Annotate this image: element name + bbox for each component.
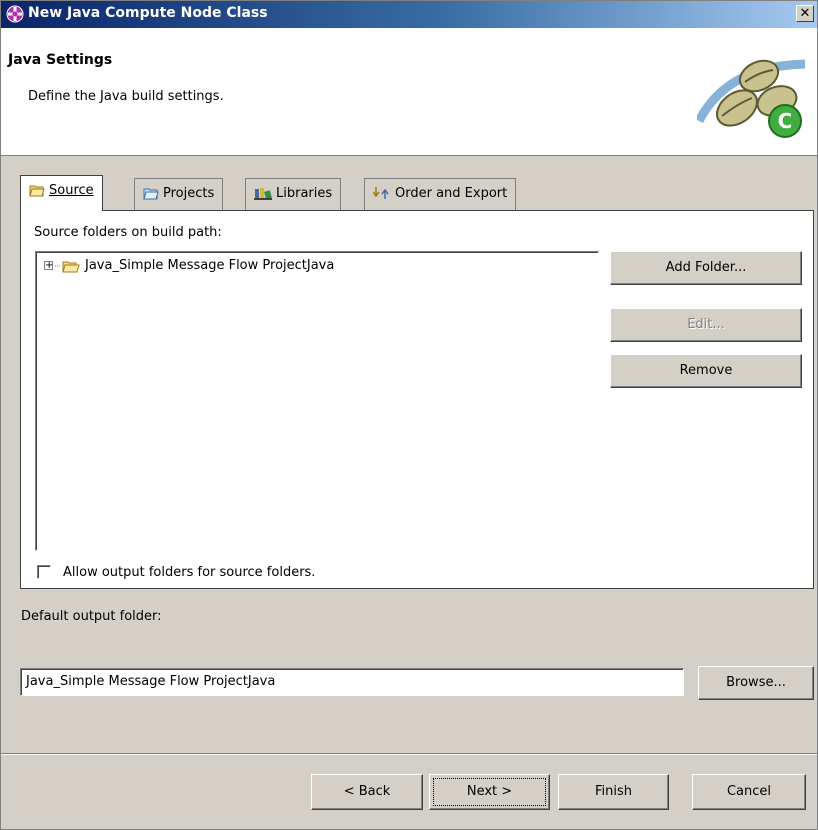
page-description: Define the Java build settings.	[28, 89, 224, 104]
footer-separator	[1, 753, 817, 755]
source-folder-icon	[29, 185, 45, 197]
tab-projects-label: Projects	[163, 186, 215, 201]
tab-source-label: Source	[49, 183, 94, 198]
default-output-folder-value: Java_Simple Message Flow ProjectJava	[26, 674, 276, 689]
allow-output-folders-checkbox[interactable]	[37, 565, 51, 579]
close-icon: ✕	[799, 6, 811, 21]
finish-button[interactable]: Finish	[558, 774, 669, 810]
tab-libraries-label: Libraries	[276, 186, 333, 201]
source-folders-label: Source folders on build path:	[34, 225, 222, 240]
browse-button[interactable]: Browse...	[698, 666, 814, 700]
tree-item[interactable]: + Java_Simple Message Flow ProjectJava	[44, 258, 334, 273]
tab-libraries[interactable]: Libraries	[245, 178, 342, 210]
expand-icon[interactable]: +	[44, 261, 53, 271]
svg-text:C: C	[778, 109, 793, 133]
source-folders-tree[interactable]: + Java_Simple Message Flow ProjectJava	[35, 251, 599, 551]
default-output-folder-input[interactable]: Java_Simple Message Flow ProjectJava	[20, 668, 684, 696]
libraries-icon	[254, 188, 272, 200]
page-title: Java Settings	[8, 52, 113, 68]
default-output-folder-label: Default output folder:	[21, 609, 162, 624]
title-bar[interactable]: New Java Compute Node Class ✕	[1, 1, 817, 28]
projects-folder-icon	[143, 188, 159, 200]
tab-source[interactable]: Source	[20, 175, 103, 211]
back-button[interactable]: < Back	[311, 774, 423, 810]
window-title: New Java Compute Node Class	[28, 5, 268, 21]
order-export-icon	[372, 187, 389, 199]
tab-order-export-label: Order and Export	[395, 186, 508, 201]
tree-item-label: Java_Simple Message Flow ProjectJava	[85, 258, 335, 273]
java-compute-node-icon	[6, 5, 24, 23]
wizard-header: Java Settings Define the Java build sett…	[1, 28, 817, 156]
java-beans-banner-icon: C	[697, 59, 806, 138]
tab-projects[interactable]: Projects	[134, 178, 224, 210]
allow-output-folders-label[interactable]: Allow output folders for source folders.	[63, 565, 315, 580]
edit-button[interactable]: Edit...	[610, 308, 802, 342]
add-folder-button[interactable]: Add Folder...	[610, 251, 802, 285]
tab-order-and-export[interactable]: Order and Export	[364, 178, 517, 210]
source-folder-icon	[55, 261, 80, 272]
next-button[interactable]: Next >	[429, 774, 550, 810]
dialog-window: New Java Compute Node Class ✕ Java Setti…	[0, 0, 818, 830]
close-button[interactable]: ✕	[796, 5, 814, 22]
cancel-button[interactable]: Cancel	[692, 774, 806, 810]
remove-button[interactable]: Remove	[610, 354, 802, 388]
